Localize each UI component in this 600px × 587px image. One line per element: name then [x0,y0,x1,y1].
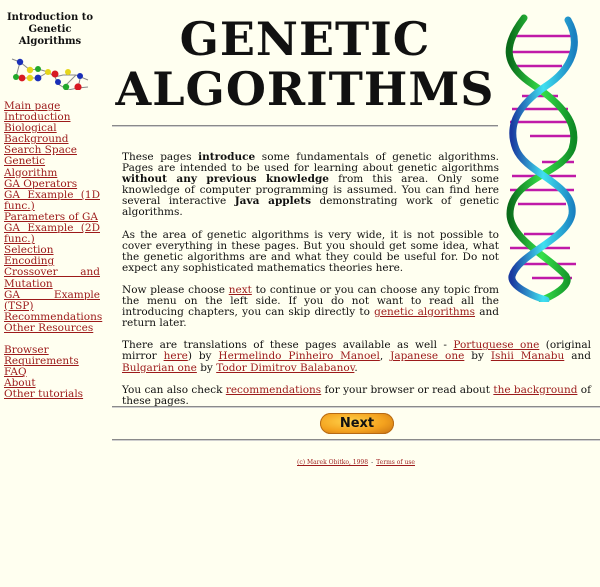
molecule-logo-icon [11,58,89,90]
sidebar-item-other-tutorials[interactable]: Other tutorials [4,388,83,400]
footer: (c) Marek Obitko, 1998- Terms of use [112,459,600,467]
sidebar: Introduction to Genetic Algorithms Main … [0,0,104,400]
ishii-manabu-link[interactable]: Ishii Manabu [491,350,564,362]
sidebar-item-browser-requirements[interactable]: Browser Requirements [4,344,79,367]
navigation-paragraph: Now please choose next to continue or yo… [122,283,499,330]
divider-above-next [112,406,600,408]
sidebar-item-genetic-algorithm[interactable]: Genetic Algorithm [4,155,57,178]
japanese-link[interactable]: Japanese one [390,350,464,362]
sidebar-item-other-resources[interactable]: Other Resources [4,322,93,334]
sidebar-item-ga-example-2d[interactable]: GA Example (2D func.) [4,222,100,245]
main-content: These pages introduce some fundamentals … [122,151,591,418]
translations-paragraph: There are translations of these pages av… [122,339,591,374]
todor-link[interactable]: Todor Dimitrov Balabanov [216,362,354,374]
page-title: GENETIC ALGORITHMS [112,14,498,114]
page-title-line1: GENETIC [179,12,431,66]
copyright-link[interactable]: (c) Marek Obitko, 1998 [297,459,368,466]
background-link[interactable]: the background [493,384,577,396]
sidebar-item-crossover-and-mutation[interactable]: Crossover and Mutation [4,266,100,289]
sidebar-item-ga-example-tsp[interactable]: GA Example (TSP) [4,289,100,312]
footer-separator: - [371,459,374,466]
molecule-atom [16,58,24,66]
terms-of-use-link[interactable]: Terms of use [376,459,415,466]
sidebar-item-ga-example-1d[interactable]: GA Example (1D func.) [4,189,100,212]
recommendations-paragraph: You can also check recommendations for y… [122,383,591,407]
next-button[interactable]: Next [320,413,394,434]
page-title-line2: ALGORITHMS [115,62,495,116]
bold-java-applets: Java applets [234,195,312,208]
divider-below-next [112,439,600,441]
divider-top [112,125,498,127]
logo-title: Introduction to Genetic Algorithms [7,12,93,47]
genetic-algorithms-link[interactable]: genetic algorithms [374,306,475,318]
intro-paragraph: These pages introduce some fundamentals … [122,151,500,219]
bulgarian-link[interactable]: Bulgarian one [122,362,197,374]
scope-paragraph: As the area of genetic algorithms is ver… [122,228,499,274]
sidebar-item-biological-background[interactable]: Biological Background [4,122,69,145]
recommendations-link[interactable]: recommendations [226,384,321,396]
sidebar-menu: Main page Introduction Biological Backgr… [0,100,102,400]
